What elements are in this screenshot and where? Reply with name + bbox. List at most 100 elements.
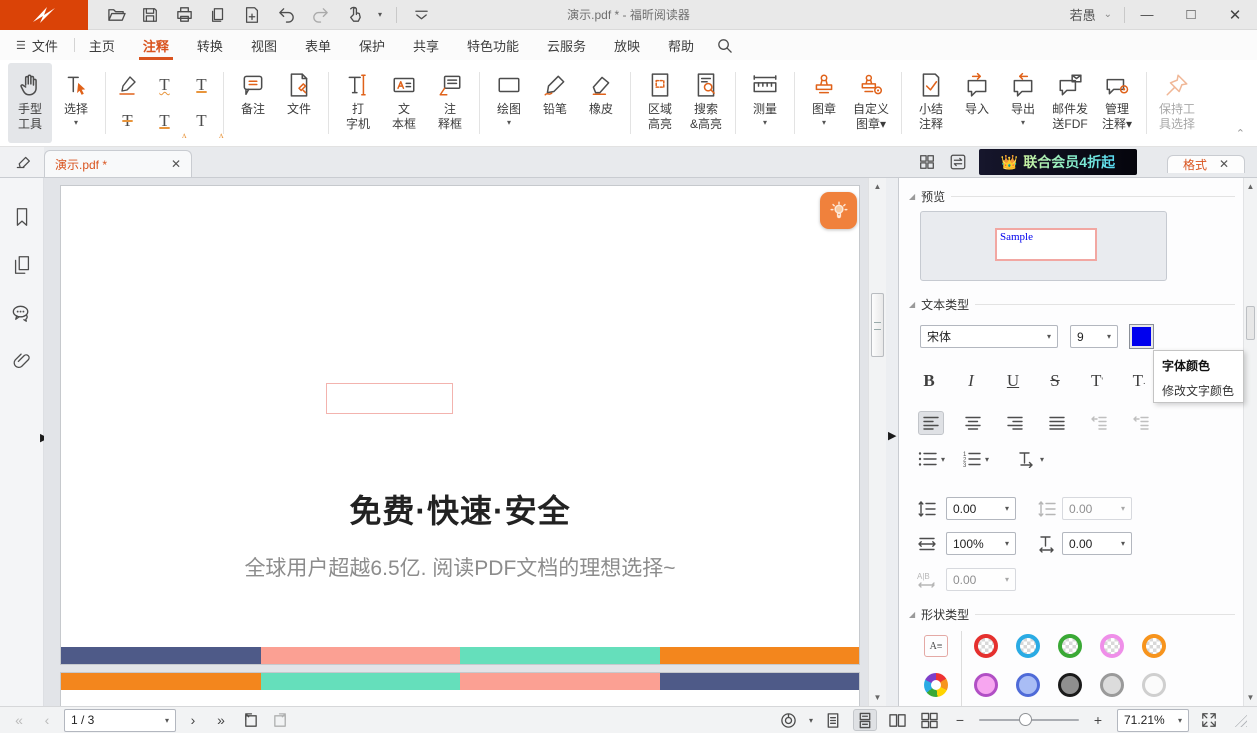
assistant-lightbulb-button[interactable] [820,192,857,229]
open-file-icon[interactable] [106,5,126,25]
tab-protect[interactable]: 保护 [345,30,399,60]
zoom-out-button[interactable]: − [949,712,971,728]
customize-toolbar-icon[interactable] [411,5,431,25]
panel-scrollbar-thumb[interactable] [1246,306,1255,340]
squiggly-underline-icon[interactable]: T [149,70,181,100]
tab-cloud[interactable]: 云服务 [533,30,600,60]
text-direction-button[interactable]: ▾ [1017,450,1044,468]
strikeout-text-icon[interactable]: T [112,106,144,136]
user-account[interactable]: 若愚 [1070,5,1096,24]
pencil-button[interactable]: 铅笔 [533,63,577,143]
annotation-eraser-icon[interactable] [0,147,44,177]
search-icon[interactable] [708,30,741,60]
continuous-view-button[interactable] [853,709,877,731]
copy-page-icon[interactable] [208,5,228,25]
panel-scrollbar[interactable]: ▲ ▼ [1243,178,1257,706]
multi-tab-grid-icon[interactable] [917,153,936,172]
print-icon[interactable] [174,5,194,25]
tab-share[interactable]: 共享 [399,30,453,60]
area-highlight-button[interactable]: 区域 高亮 [638,63,682,143]
panel-collapse-handle[interactable]: ▶ [888,428,898,444]
manage-comments-button[interactable]: 管理 注释▾ [1095,63,1139,143]
select-button[interactable]: 选择 ▾ [54,63,98,143]
first-page-button[interactable]: « [8,712,30,728]
zoom-slider[interactable] [979,719,1079,721]
menu-file[interactable]: ☰ 文件 [0,30,74,60]
shape-color-skyblue[interactable] [1015,633,1041,659]
shape-color-green[interactable] [1057,633,1083,659]
shape-fill-white[interactable] [1141,672,1167,698]
insert-text-icon[interactable]: T [186,106,218,136]
membership-promo-banner[interactable]: 👑 联合会员4折起 [979,149,1137,175]
tab-convert[interactable]: 转换 [183,30,237,60]
shape-fill-gray[interactable] [1057,672,1083,698]
document-tab-close-icon[interactable]: ✕ [171,157,181,171]
email-fdf-button[interactable]: 邮件发 送FDF [1047,63,1093,143]
collapse-ribbon-icon[interactable]: ⌃ [1236,127,1253,146]
subscript-button[interactable]: T. [1126,368,1152,394]
scrollbar-thumb[interactable] [871,293,884,357]
underline-text-icon[interactable]: T [186,70,218,100]
foxit-logo[interactable] [0,0,88,30]
format-panel-tab[interactable]: 格式 ✕ [1167,155,1245,173]
zoom-level-select[interactable]: 71.21% ▾ [1117,709,1189,732]
align-left-button[interactable] [918,411,944,435]
underline-button[interactable]: U [1000,368,1026,394]
touch-mode-icon[interactable] [344,5,364,25]
minimize-button[interactable]: — [1125,0,1169,30]
pdf-page-1[interactable]: 免费·快速·安全 全球用户超越6.5亿. 阅读PDF文档的理想选择~ [60,185,860,665]
bold-button[interactable]: B [916,368,942,394]
align-justify-button[interactable] [1044,411,1070,435]
custom-stamp-button[interactable]: 自定义 图章▾ [848,63,894,143]
tab-home[interactable]: 主页 [75,30,129,60]
hand-tool-button[interactable]: 手型 工具 [8,63,52,143]
text-type-section-header[interactable]: ◢ 文本类型 [909,296,1235,313]
scroll-up-icon[interactable]: ▲ [869,182,886,191]
comments-list-icon[interactable] [9,300,35,326]
single-page-view-button[interactable] [821,709,845,731]
stamp-button[interactable]: 图章 ▾ [802,63,846,143]
shape-fill-lightgray[interactable] [1099,672,1125,698]
measure-button[interactable]: 测量 ▾ [743,63,787,143]
align-right-button[interactable] [1002,411,1028,435]
italic-button[interactable]: I [958,368,984,394]
search-highlight-button[interactable]: 搜索 &高亮 [684,63,728,143]
horizontal-scale-select[interactable]: 100% ▾ [946,532,1016,555]
replace-text-icon[interactable]: T [149,106,181,136]
maximize-button[interactable]: □ [1169,0,1213,30]
panel-scroll-down-icon[interactable]: ▼ [1244,693,1257,702]
save-icon[interactable] [140,5,160,25]
tab-features[interactable]: 特色功能 [453,30,533,60]
color-wheel-button[interactable] [923,672,949,698]
callout-button[interactable]: 注 释框 [428,63,472,143]
document-scrollbar[interactable]: ▲ ▼ [868,178,886,706]
auto-scroll-button[interactable] [777,709,801,731]
add-page-icon[interactable] [242,5,262,25]
shape-color-orange[interactable] [1141,633,1167,659]
scroll-down-icon[interactable]: ▼ [869,693,886,702]
document-tab[interactable]: 演示.pdf * ✕ [44,150,192,177]
panel-scroll-up-icon[interactable]: ▲ [1244,182,1257,191]
typewriter-button[interactable]: 打 字机 [336,63,380,143]
tab-help[interactable]: 帮助 [654,30,708,60]
tab-view[interactable]: 视图 [237,30,291,60]
attachments-icon[interactable] [9,348,35,374]
shape-color-red[interactable] [973,633,999,659]
textbox-button[interactable]: 文 本框 [382,63,426,143]
zoom-in-button[interactable]: + [1087,712,1109,728]
line-spacing-select[interactable]: 0.00 ▾ [946,497,1016,520]
text-annotation-box[interactable] [326,383,453,414]
summarize-comments-button[interactable]: 小结 注释 [909,63,953,143]
eraser-button[interactable]: 橡皮 [579,63,623,143]
switch-tabs-icon[interactable] [948,153,967,172]
tab-comment[interactable]: 注释 [129,30,183,60]
zoom-slider-thumb[interactable] [1019,713,1032,726]
highlight-text-icon[interactable] [112,70,144,100]
format-tab-close-icon[interactable]: ✕ [1219,157,1229,171]
strikethrough-button[interactable]: S [1042,368,1068,394]
note-button[interactable]: 备注 [231,63,275,143]
facing-view-button[interactable] [885,709,909,731]
previous-view-button[interactable] [238,709,262,731]
page-number-select[interactable]: 1 / 3 ▾ [64,709,176,732]
font-family-select[interactable]: 宋体 ▾ [920,325,1058,348]
